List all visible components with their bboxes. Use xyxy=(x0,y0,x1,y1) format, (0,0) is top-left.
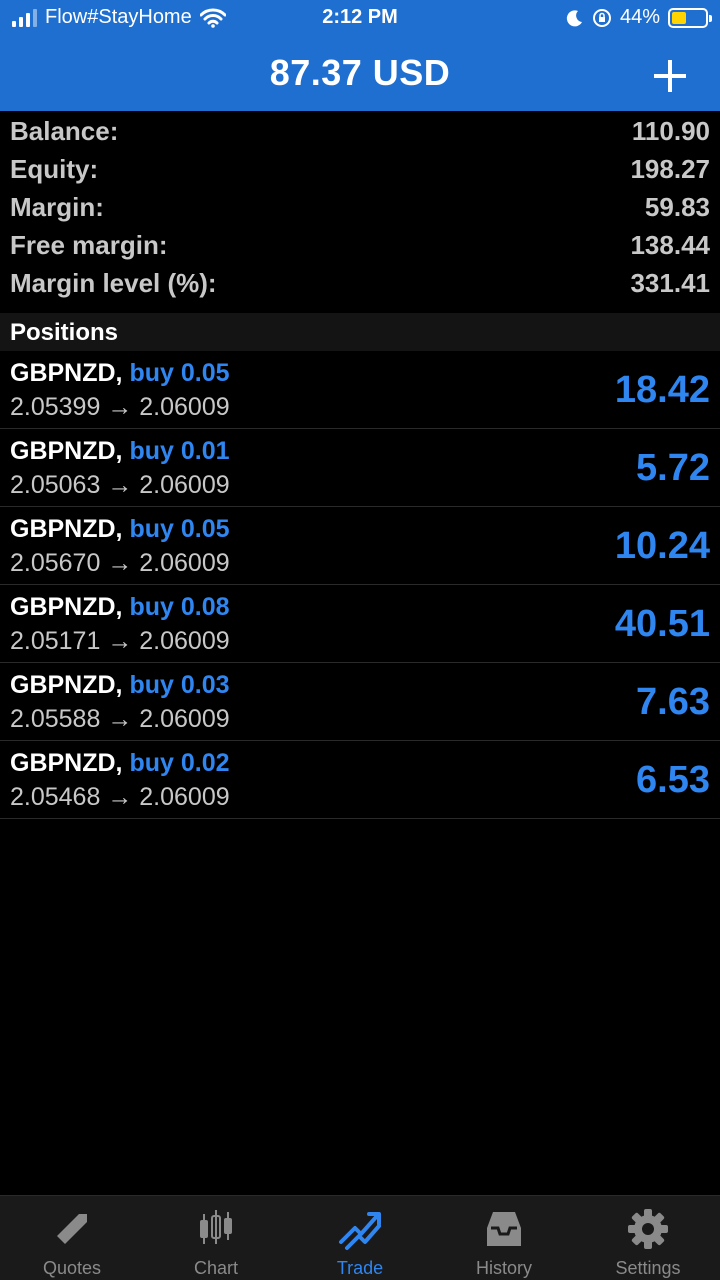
summary-row: Balance: 110.90 xyxy=(0,112,720,150)
orientation-lock-icon xyxy=(592,8,611,27)
position-side-volume: buy 0.05 xyxy=(129,359,230,387)
status-bar: Flow#StayHome 2:12 PM 44% xyxy=(0,0,720,36)
tab-trade[interactable]: Trade xyxy=(288,1196,432,1280)
summary-label: Balance: xyxy=(10,115,119,146)
position-profit: 5.72 xyxy=(636,447,710,489)
position-title: GBPNZD, buy 0.01 xyxy=(10,437,230,466)
tab-settings[interactable]: Settings xyxy=(576,1196,720,1280)
app-header: Flow#StayHome 2:12 PM 44% 87.37 USD xyxy=(0,0,720,111)
battery-percent: 44% xyxy=(619,6,660,28)
position-title: GBPNZD, buy 0.05 xyxy=(10,359,230,388)
trade-trend-icon xyxy=(339,1212,381,1250)
position-row[interactable]: GBPNZD, buy 0.05 2.05399 → 2.06009 18.42 xyxy=(0,351,720,429)
position-title: GBPNZD, buy 0.03 xyxy=(10,671,230,700)
summary-row: Margin: 59.83 xyxy=(0,188,720,226)
position-side-volume: buy 0.08 xyxy=(129,593,230,621)
position-row[interactable]: GBPNZD, buy 0.05 2.05670 → 2.06009 10.24 xyxy=(0,507,720,585)
summary-value: 110.90 xyxy=(631,115,710,146)
position-profit: 10.24 xyxy=(614,525,710,567)
position-prices: 2.05588 → 2.06009 xyxy=(10,705,230,733)
position-profit: 18.42 xyxy=(614,369,710,411)
account-summary: Balance: 110.90 Equity: 198.27 Margin: 59.83 F… xyxy=(0,112,720,302)
tab-quotes[interactable]: Quotes xyxy=(0,1196,144,1280)
bottom-tab-bar: Quotes Chart Trade History Settings xyxy=(0,1195,720,1280)
position-symbol: GBPNZD, xyxy=(10,593,123,621)
tab-label: Quotes xyxy=(42,1258,102,1278)
summary-label: Equity: xyxy=(10,153,99,184)
position-prices: 2.05670 → 2.06009 xyxy=(10,549,230,577)
page-title: 87.37 USD xyxy=(269,52,451,93)
position-row[interactable]: GBPNZD, buy 0.01 2.05063 → 2.06009 5.72 xyxy=(0,429,720,507)
position-row[interactable]: GBPNZD, buy 0.08 2.05171 → 2.06009 40.51 xyxy=(0,585,720,663)
gear-icon xyxy=(628,1209,668,1249)
position-prices: 2.05063 → 2.06009 xyxy=(10,471,230,499)
summary-row: Free margin: 138.44 xyxy=(0,226,720,264)
tab-label: Settings xyxy=(615,1258,681,1278)
tab-label: History xyxy=(475,1258,532,1278)
position-side-volume: buy 0.01 xyxy=(129,437,230,465)
position-prices: 2.05399 → 2.06009 xyxy=(10,393,230,421)
quotes-arrows-icon xyxy=(57,1214,87,1244)
tab-label: Trade xyxy=(336,1258,384,1278)
position-side-volume: buy 0.05 xyxy=(129,515,230,543)
add-order-button[interactable] xyxy=(650,56,690,96)
summary-label: Margin: xyxy=(10,191,104,222)
tab-chart[interactable]: Chart xyxy=(144,1196,288,1280)
summary-value: 138.44 xyxy=(630,229,710,260)
summary-label: Margin level (%): xyxy=(10,267,217,298)
position-symbol: GBPNZD, xyxy=(10,749,123,777)
position-side-volume: buy 0.03 xyxy=(129,671,230,699)
position-side-volume: buy 0.02 xyxy=(129,749,230,777)
summary-value: 331.41 xyxy=(630,267,710,298)
inbox-tray-icon xyxy=(487,1212,521,1246)
position-symbol: GBPNZD, xyxy=(10,671,123,699)
summary-row: Equity: 198.27 xyxy=(0,150,720,188)
position-profit: 40.51 xyxy=(614,603,710,645)
position-title: GBPNZD, buy 0.08 xyxy=(10,593,230,622)
position-prices: 2.05171 → 2.06009 xyxy=(10,627,230,655)
candlestick-chart-icon xyxy=(200,1210,232,1244)
position-symbol: GBPNZD, xyxy=(10,437,123,465)
moon-icon xyxy=(566,9,582,26)
positions-list: GBPNZD, buy 0.05 2.05399 → 2.06009 18.42 GB… xyxy=(0,351,720,819)
position-profit: 7.63 xyxy=(636,681,710,723)
summary-row: Margin level (%): 331.41 xyxy=(0,264,720,302)
battery-fill xyxy=(672,11,687,24)
summary-label: Free margin: xyxy=(10,229,168,260)
position-row[interactable]: GBPNZD, buy 0.02 2.05468 → 2.06009 6.53 xyxy=(0,741,720,819)
tab-history[interactable]: History xyxy=(432,1196,576,1280)
position-title: GBPNZD, buy 0.05 xyxy=(10,515,230,544)
summary-value: 198.27 xyxy=(630,153,710,184)
battery-icon xyxy=(668,7,712,28)
tab-label: Chart xyxy=(193,1258,238,1278)
position-symbol: GBPNZD, xyxy=(10,515,123,543)
positions-section-header: Positions xyxy=(0,313,720,351)
position-row[interactable]: GBPNZD, buy 0.03 2.05588 → 2.06009 7.63 xyxy=(0,663,720,741)
position-prices: 2.05468 → 2.06009 xyxy=(10,783,230,811)
position-title: GBPNZD, buy 0.02 xyxy=(10,749,230,778)
position-profit: 6.53 xyxy=(636,759,710,801)
position-symbol: GBPNZD, xyxy=(10,359,123,387)
summary-value: 59.83 xyxy=(644,191,710,222)
